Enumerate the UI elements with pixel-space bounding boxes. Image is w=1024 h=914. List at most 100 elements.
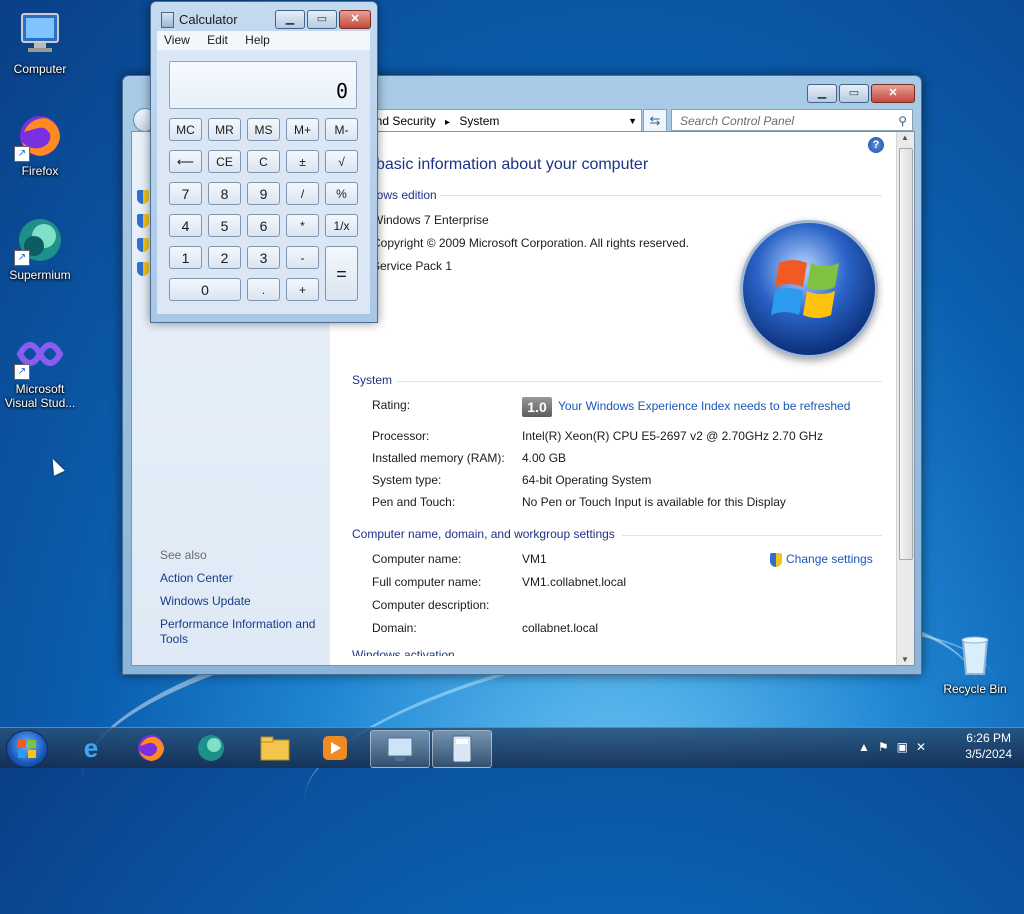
taskbar-calculator[interactable] [432,730,492,768]
recycle-bin-icon [951,630,999,678]
key-2[interactable]: 2 [208,246,241,269]
sidebar-link-action-center[interactable]: Action Center [160,571,233,586]
key-percent[interactable]: % [325,182,358,205]
calculator-window[interactable]: Calculator ▁ ▭ ✕ View Edit Help 0 MC MR MS… [150,1,378,323]
calculator-app-icon [161,12,174,28]
breadcrumb-item[interactable]: and Security [369,110,436,132]
computer-name-label: Computer name: [372,552,462,566]
key-0[interactable]: 0 [169,278,241,301]
refresh-button[interactable]: ⇆ [643,109,667,133]
shield-icon [770,552,782,567]
key-9[interactable]: 9 [247,182,280,205]
internet-explorer-icon: e [83,733,99,763]
sidebar-link-performance[interactable]: Performance Information and Tools [160,617,325,647]
change-settings-label[interactable]: Change settings [786,552,873,566]
change-settings-link[interactable]: Change settings [770,552,873,567]
key-reciprocal[interactable]: 1/x [325,214,358,237]
main-panel: ? w basic information about your compute… [330,132,896,665]
memory-label: Installed memory (RAM): [372,451,505,465]
mouse-cursor [47,456,65,476]
action-center-flag-icon[interactable]: ⚑ [878,740,897,754]
see-also-heading: See also [160,548,207,562]
domain-label: Domain: [372,621,417,635]
maximize-button[interactable]: ▭ [839,84,869,103]
system-tray: ▲⚑▣✕ [858,740,934,754]
sidebar-link-windows-update[interactable]: Windows Update [160,594,251,609]
key-multiply[interactable]: * [286,214,319,237]
taskbar-firefox[interactable] [122,730,180,766]
key-3[interactable]: 3 [247,246,280,269]
clock[interactable]: 6:26 PM 3/5/2024 [965,730,1012,762]
scroll-down-icon[interactable]: ▼ [901,655,909,664]
taskbar-ie[interactable]: e [62,730,120,766]
section-computer-name: Computer name, domain, and workgroup set… [352,527,615,541]
taskbar-control-panel[interactable] [370,730,430,768]
minimize-button[interactable]: ▁ [807,84,837,103]
refresh-icon: ⇆ [649,113,661,128]
shield-icon [137,238,149,252]
key-add[interactable]: + [286,278,319,301]
close-button[interactable]: ✕ [871,84,915,103]
key-8[interactable]: 8 [208,182,241,205]
menu-edit[interactable]: Edit [200,31,235,50]
key-m-minus[interactable]: M- [325,118,358,141]
desktop-icon-computer[interactable]: Computer [0,10,80,76]
key-mr[interactable]: MR [208,118,241,141]
key-c[interactable]: C [247,150,280,173]
menu-view[interactable]: View [157,31,197,50]
scrollbar-thumb[interactable] [899,148,913,560]
supermium-icon [198,735,224,761]
calculator-window-controls: ▁ ▭ ✕ [273,10,371,29]
search-icon: ⚲ [898,114,907,128]
key-sqrt[interactable]: √ [325,150,358,173]
key-plus-minus[interactable]: ± [286,150,319,173]
calc-maximize-button[interactable]: ▭ [307,10,337,29]
address-bar[interactable]: and Security ▸ System ▼ [368,109,642,133]
volume-muted-icon[interactable]: ✕ [916,740,934,754]
key-5[interactable]: 5 [208,214,241,237]
desktop-icon-visual-studio[interactable]: ↗ Microsoft Visual Stud... [0,330,80,410]
key-1[interactable]: 1 [169,246,202,269]
key-m-plus[interactable]: M+ [286,118,319,141]
vertical-scrollbar[interactable]: ▲ ▼ [896,132,914,665]
windows-start-icon [18,740,36,758]
wei-refresh-link[interactable]: Your Windows Experience Index needs to b… [558,399,850,413]
menu-help[interactable]: Help [238,31,277,50]
search-input[interactable]: Search Control Panel ⚲ [671,109,913,131]
key-4[interactable]: 4 [169,214,202,237]
firefox-icon: ↗ [14,112,64,162]
key-7[interactable]: 7 [169,182,202,205]
desktop-icon-recycle-bin[interactable]: Recycle Bin [935,630,1015,696]
search-placeholder: Search Control Panel [680,114,795,128]
help-icon[interactable]: ? [868,137,884,153]
taskbar-supermium[interactable] [182,730,240,766]
start-button[interactable] [6,730,48,768]
key-ms[interactable]: MS [247,118,280,141]
breadcrumb-item[interactable]: System [459,110,499,132]
calc-minimize-button[interactable]: ▁ [275,10,305,29]
chevron-down-icon[interactable]: ▼ [628,110,637,132]
desktop-icon-label: Recycle Bin [943,682,1007,696]
key-decimal[interactable]: . [247,278,280,301]
section-divider [622,535,882,536]
firefox-icon [138,735,164,761]
taskbar-media-player[interactable] [306,730,364,766]
show-hidden-icons-button[interactable]: ▲ [858,740,878,754]
key-backspace[interactable]: ⟵ [169,150,202,173]
scroll-up-icon[interactable]: ▲ [901,133,909,142]
key-equals[interactable]: = [325,246,358,301]
network-icon[interactable]: ▣ [897,740,916,754]
taskbar: e ▲⚑▣✕ 6:26 PM 3/5/2024 [0,727,1024,768]
key-6[interactable]: 6 [247,214,280,237]
key-divide[interactable]: / [286,182,319,205]
key-mc[interactable]: MC [169,118,202,141]
key-subtract[interactable]: - [286,246,319,269]
taskbar-explorer[interactable] [246,730,304,766]
calculator-title: Calculator [179,12,238,27]
calc-close-button[interactable]: ✕ [339,10,371,29]
folder-icon [260,736,290,761]
key-ce[interactable]: CE [208,150,241,173]
desktop-icon-firefox[interactable]: ↗ Firefox [0,112,80,178]
desktop-icon-supermium[interactable]: ↗ Supermium [0,216,80,282]
description-label: Computer description: [372,598,490,612]
